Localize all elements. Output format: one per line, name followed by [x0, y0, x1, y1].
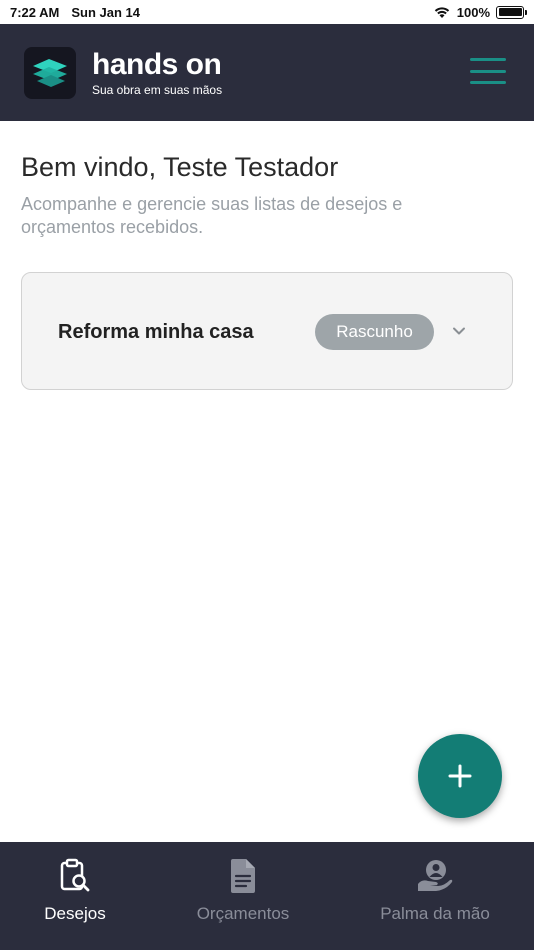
clipboard-search-icon — [60, 858, 90, 892]
nav-item-desejos[interactable]: Desejos — [0, 842, 150, 950]
status-bar: 7:22 AM Sun Jan 14 100% — [0, 0, 534, 24]
nav-item-orcamentos[interactable]: Orçamentos — [150, 842, 336, 950]
document-icon — [231, 859, 255, 893]
hands-on-logo-icon — [24, 46, 76, 99]
nav-label-orcamentos: Orçamentos — [196, 904, 290, 923]
wishlist-card-title: Reforma minha casa — [58, 321, 254, 343]
status-badge: Rascunho — [315, 314, 434, 350]
wifi-icon — [434, 7, 449, 18]
plus-icon — [448, 764, 472, 788]
nav-label-desejos: Desejos — [44, 904, 106, 923]
page-subtitle: Acompanhe e gerencie suas listas de dese… — [21, 194, 403, 237]
battery-percent: 100% — [456, 4, 490, 20]
status-date: Sun Jan 14 — [71, 4, 141, 20]
bottom-navigation: Desejos Orçamentos Palma da mão — [0, 842, 534, 950]
status-time: 7:22 AM — [10, 4, 60, 20]
brand-tagline: Sua obra em suas mãos — [92, 82, 223, 97]
brand-name: hands on — [92, 47, 222, 81]
nav-label-palma-da-mao: Palma da mão — [380, 904, 490, 923]
chevron-down-icon[interactable] — [450, 322, 468, 340]
page-title: Bem vindo, Teste Testador — [21, 152, 339, 182]
app-header: hands on Sua obra em suas mãos — [0, 24, 534, 121]
hamburger-menu-icon[interactable] — [470, 58, 506, 84]
hand-person-icon — [418, 860, 453, 891]
nav-item-palma-da-mao[interactable]: Palma da mão — [336, 842, 534, 950]
add-wishlist-button[interactable] — [418, 734, 502, 818]
battery-icon — [496, 5, 527, 19]
wishlist-card[interactable]: Reforma minha casa Rascunho — [21, 272, 513, 390]
